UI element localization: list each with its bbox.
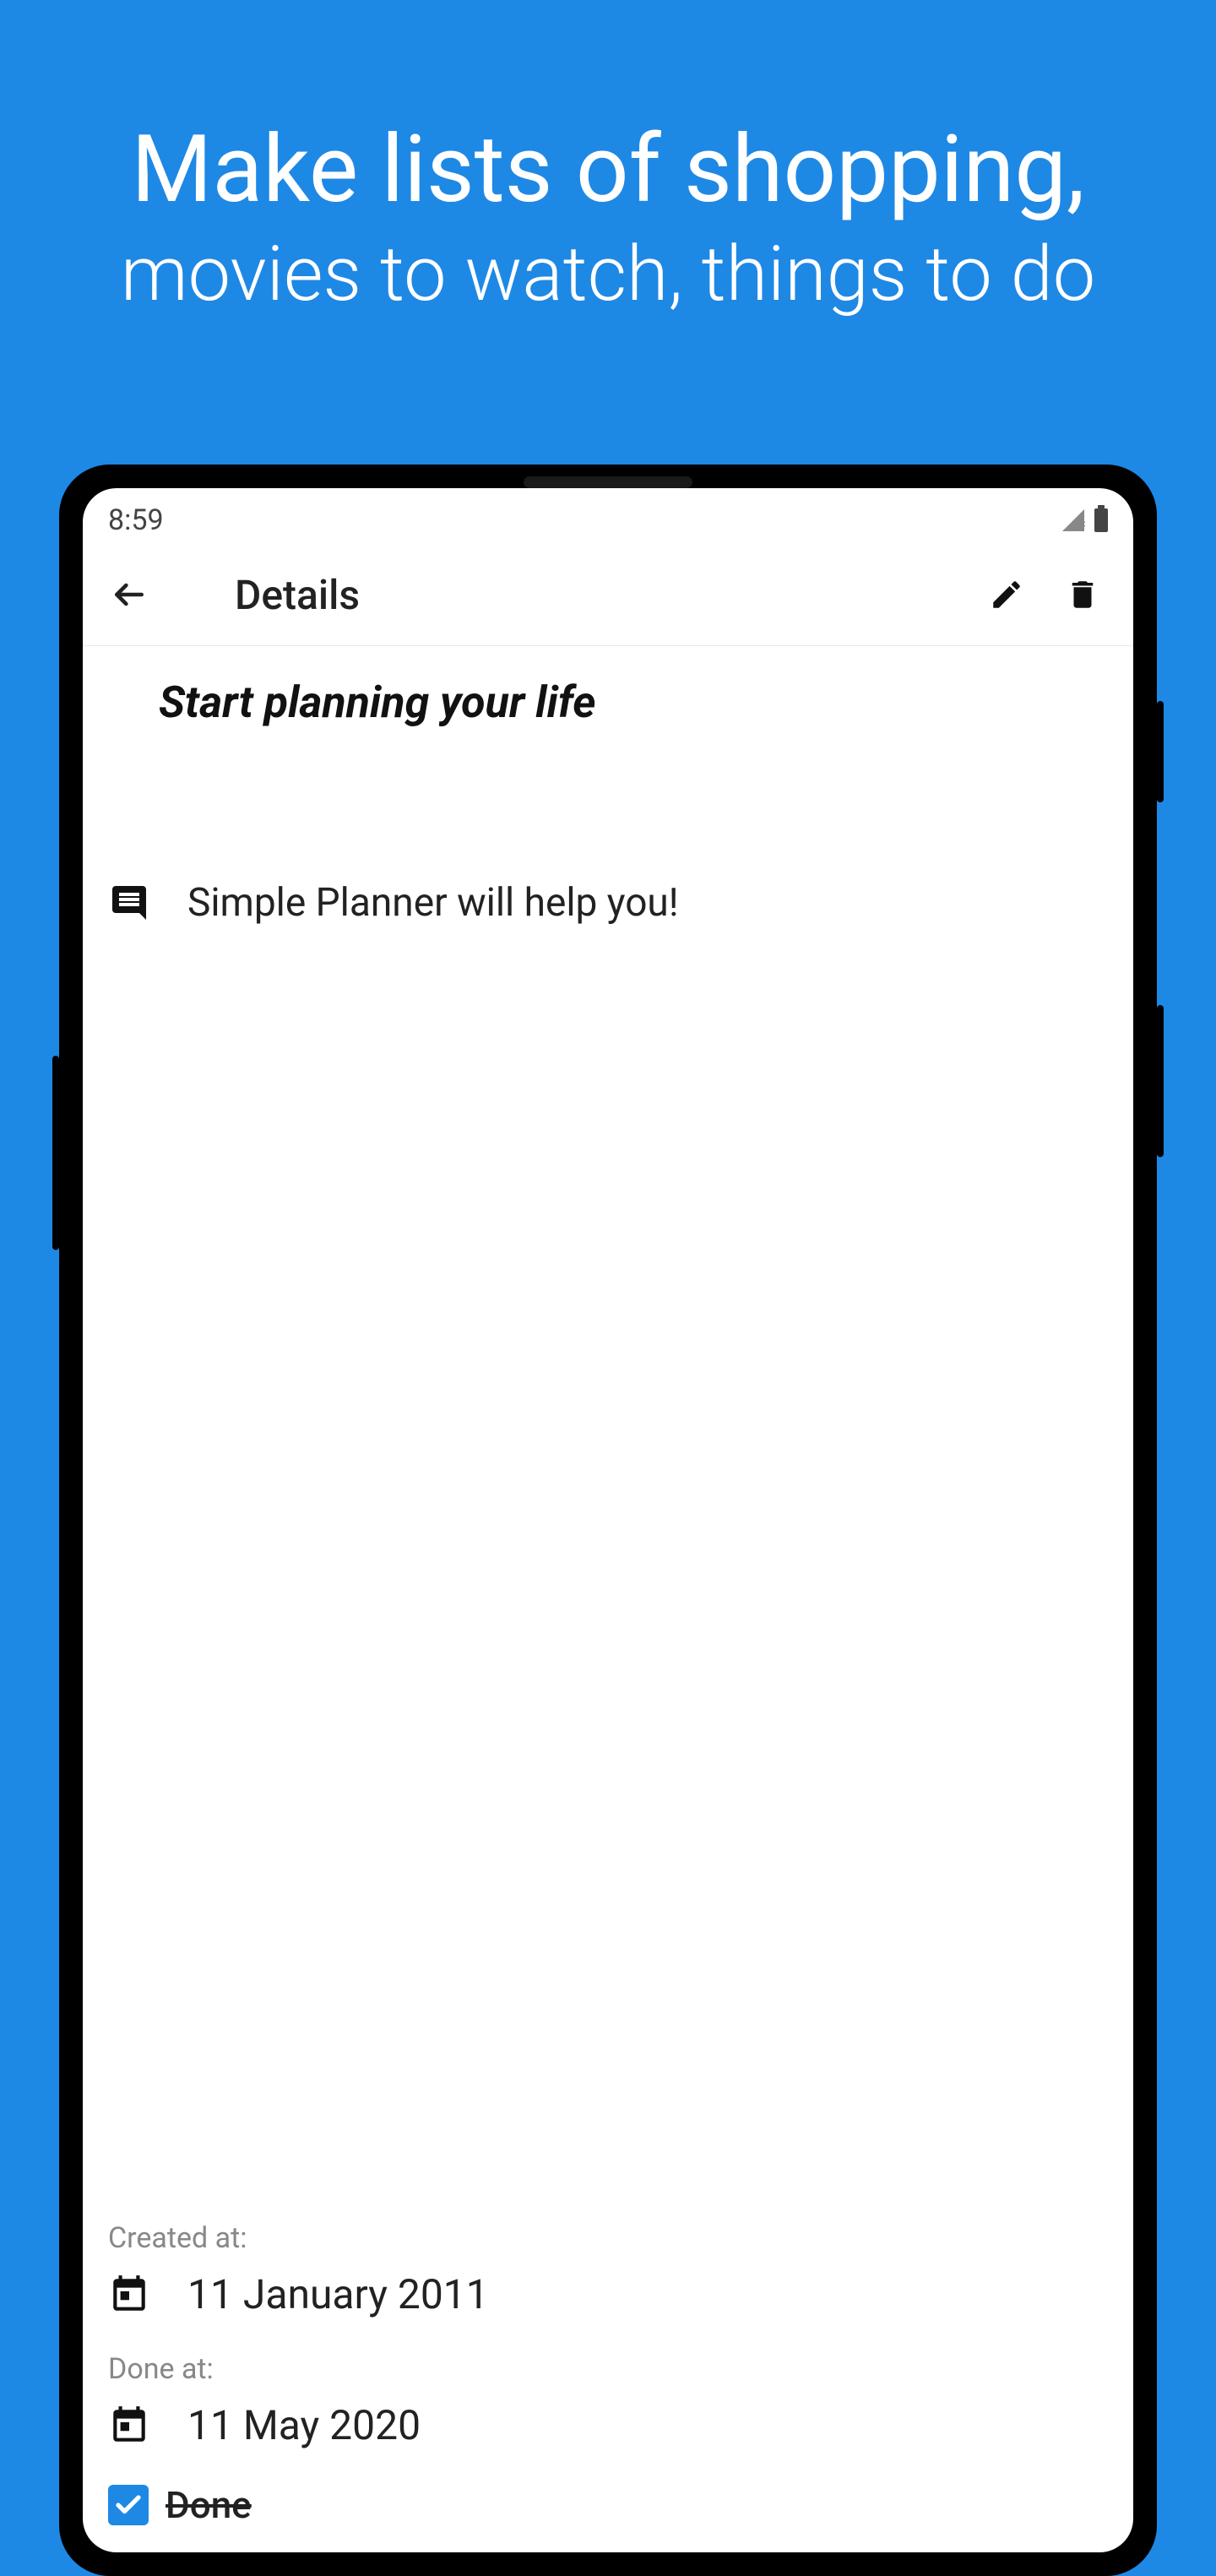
- arrow-left-icon: [111, 576, 148, 613]
- calendar-icon: [108, 2274, 150, 2316]
- created-at-label: Created at:: [108, 2221, 1108, 2255]
- done-checkbox-row: Done: [108, 2483, 1108, 2527]
- status-bar: 8:59 ×: [83, 488, 1133, 546]
- task-description: Simple Planner will help you!: [187, 880, 679, 926]
- content-area: Start planning your life Simple Planner …: [83, 646, 1133, 1024]
- phone-side-button: [52, 1056, 59, 1250]
- back-button[interactable]: [108, 573, 150, 616]
- phone-screen: 8:59 × Details: [83, 488, 1133, 2552]
- done-label: Done: [166, 2483, 252, 2527]
- metadata-section: Created at: 11 January 2011 Done at: 11 …: [108, 2221, 1108, 2527]
- phone-frame: 8:59 × Details: [59, 465, 1157, 2576]
- done-at-row: 11 May 2020: [108, 2401, 1108, 2449]
- done-at-value: 11 May 2020: [187, 2401, 421, 2449]
- created-at-row: 11 January 2011: [108, 2270, 1108, 2318]
- trash-icon: [1065, 577, 1100, 612]
- status-icons: ×: [1062, 508, 1108, 532]
- delete-button[interactable]: [1057, 569, 1108, 620]
- promo-heading: Make lists of shopping, movies to watch,…: [0, 0, 1216, 320]
- page-title: Details: [235, 571, 956, 619]
- comment-icon: [108, 882, 150, 924]
- pencil-icon: [989, 577, 1024, 612]
- description-row: Simple Planner will help you!: [108, 880, 1108, 926]
- promo-line-2: movies to watch, things to do: [0, 229, 1216, 320]
- done-at-label: Done at:: [108, 2352, 1108, 2386]
- edit-button[interactable]: [981, 569, 1032, 620]
- app-bar: Details: [83, 546, 1133, 646]
- task-title: Start planning your life: [159, 677, 1108, 728]
- status-time: 8:59: [108, 503, 164, 537]
- check-icon: [113, 2490, 144, 2520]
- promo-line-1: Make lists of shopping,: [0, 118, 1216, 220]
- calendar-icon: [108, 2405, 150, 2447]
- battery-icon: [1094, 508, 1108, 532]
- phone-notch: [524, 476, 692, 488]
- done-checkbox[interactable]: [108, 2485, 149, 2525]
- created-at-value: 11 January 2011: [187, 2270, 489, 2318]
- signal-icon: ×: [1062, 509, 1084, 531]
- phone-side-button: [1157, 1005, 1164, 1157]
- phone-side-button: [1157, 701, 1164, 802]
